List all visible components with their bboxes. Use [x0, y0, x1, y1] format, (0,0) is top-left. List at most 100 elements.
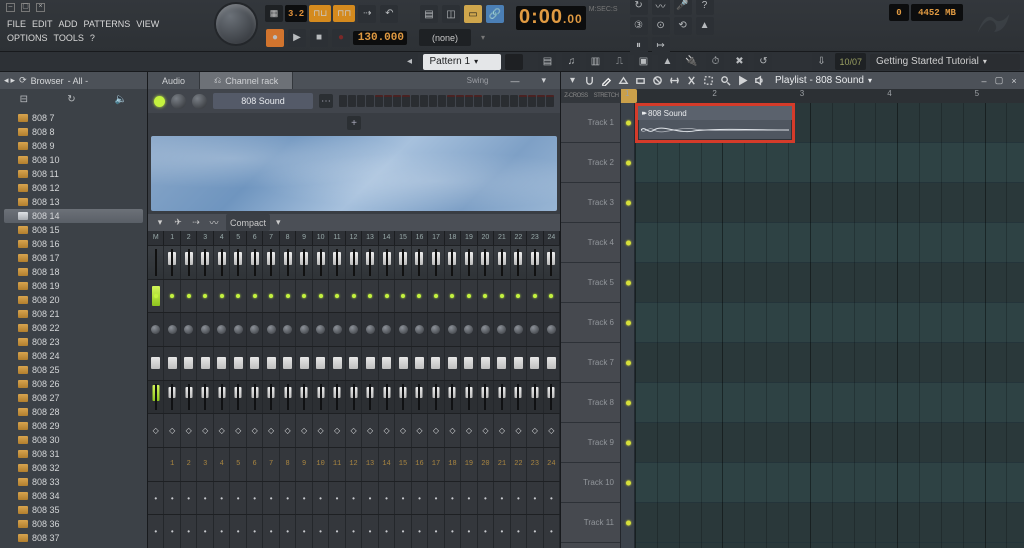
- kn-cell[interactable]: [428, 313, 444, 346]
- browser-filter[interactable]: - All -: [68, 76, 89, 86]
- plugin-picker-icon[interactable]: 🔌: [682, 53, 700, 71]
- midi-icon[interactable]: ▤: [420, 5, 438, 23]
- view-browser-icon[interactable]: ▣: [634, 53, 652, 71]
- track-header[interactable]: Track 4: [561, 223, 620, 263]
- pads-cell[interactable]: [296, 347, 312, 380]
- channel-options-icon[interactable]: ▾: [527, 72, 560, 89]
- mixer-header[interactable]: 5: [230, 231, 246, 245]
- leds-cell[interactable]: [494, 280, 510, 313]
- prev-pattern-icon[interactable]: ◂: [400, 53, 418, 71]
- save-icon[interactable]: ⇩: [812, 53, 830, 71]
- mixer-pan-knobs[interactable]: [148, 312, 560, 346]
- track-enable-led[interactable]: [626, 320, 631, 325]
- leds-cell[interactable]: [280, 280, 296, 313]
- playlist-grid[interactable]: 808 Sound: [635, 103, 1024, 548]
- mixer-faders-a[interactable]: [148, 245, 560, 279]
- window-max-icon[interactable]: ▢: [21, 3, 30, 12]
- browser-item[interactable]: 808 7: [0, 111, 147, 125]
- mixer-header[interactable]: 6: [247, 231, 263, 245]
- track-header[interactable]: Track 9: [561, 423, 620, 463]
- pat-indicator[interactable]: ▦: [265, 5, 283, 22]
- pl-menu-icon[interactable]: ▾: [565, 74, 580, 87]
- leds-cell[interactable]: [164, 280, 180, 313]
- pads-cell[interactable]: [214, 347, 230, 380]
- pads-cell[interactable]: [181, 347, 197, 380]
- step-cell[interactable]: [393, 95, 401, 107]
- zcross-label[interactable]: Z-CROSS: [561, 89, 591, 103]
- step-cell[interactable]: [465, 95, 473, 107]
- leds-cell[interactable]: [445, 280, 461, 313]
- arr-cell[interactable]: [478, 414, 494, 447]
- fB-cell[interactable]: [164, 381, 180, 414]
- pads-cell[interactable]: [494, 347, 510, 380]
- paint-tool-icon[interactable]: [616, 74, 631, 87]
- dots1-cell[interactable]: [461, 482, 477, 515]
- song-mode-icon[interactable]: ▭: [464, 5, 482, 23]
- browser-item[interactable]: 808 37: [0, 531, 147, 545]
- main-volume-knob[interactable]: [216, 4, 256, 44]
- mixer-header[interactable]: 11: [329, 231, 345, 245]
- fA-cell[interactable]: [412, 246, 428, 279]
- clock-display[interactable]: 0:00.00: [516, 6, 586, 30]
- menu-tools[interactable]: TOOLS: [51, 31, 87, 45]
- leds-cell[interactable]: [230, 280, 246, 313]
- dots1-cell[interactable]: [263, 482, 279, 515]
- dots2-cell[interactable]: [214, 515, 230, 548]
- dots2-cell[interactable]: [197, 515, 213, 548]
- step-cell[interactable]: [420, 95, 428, 107]
- record-button[interactable]: ●: [332, 29, 350, 47]
- arr-cell[interactable]: [412, 414, 428, 447]
- browser-item[interactable]: 808 10: [0, 153, 147, 167]
- browser-list[interactable]: 808 7808 8808 9808 10808 11808 12808 138…: [0, 109, 147, 548]
- fB-cell[interactable]: [395, 381, 411, 414]
- menu-?[interactable]: ?: [87, 31, 98, 45]
- dots2-cell[interactable]: [181, 515, 197, 548]
- mixer-header[interactable]: 10: [313, 231, 329, 245]
- fB-cell[interactable]: [511, 381, 527, 414]
- track-header[interactable]: Track 3: [561, 183, 620, 223]
- view-pianoroll-icon[interactable]: ♫: [562, 53, 580, 71]
- track-enable-led[interactable]: [626, 400, 631, 405]
- slice-tool-icon[interactable]: [684, 74, 699, 87]
- tempo-tap-icon[interactable]: ⏱: [706, 53, 724, 71]
- fB-cell[interactable]: [362, 381, 378, 414]
- grid-row[interactable]: [635, 503, 1024, 543]
- fA-cell[interactable]: [346, 246, 362, 279]
- shuffle-icon[interactable]: ⇢: [358, 5, 376, 23]
- grid-row[interactable]: [635, 343, 1024, 383]
- arr-cell[interactable]: [148, 414, 164, 447]
- step-cell[interactable]: [366, 95, 374, 107]
- step-cell[interactable]: [510, 95, 518, 107]
- track-enable-led[interactable]: [626, 480, 631, 485]
- kn-cell[interactable]: [346, 313, 362, 346]
- metronome-b-icon[interactable]: ⊓⊓: [333, 5, 355, 22]
- mixer-header[interactable]: 3: [197, 231, 213, 245]
- leds-cell[interactable]: [395, 280, 411, 313]
- browser-item[interactable]: 808 13: [0, 195, 147, 209]
- step-cell[interactable]: [519, 95, 527, 107]
- dots1-cell[interactable]: [362, 482, 378, 515]
- fB-cell[interactable]: [230, 381, 246, 414]
- pads-cell[interactable]: [395, 347, 411, 380]
- kn-cell[interactable]: [461, 313, 477, 346]
- browser-item[interactable]: 808 34: [0, 489, 147, 503]
- arr-cell[interactable]: [362, 414, 378, 447]
- stretch-label[interactable]: STRETCH: [591, 89, 621, 103]
- track-enable-led[interactable]: [626, 440, 631, 445]
- tab-audio[interactable]: Audio: [148, 72, 200, 89]
- track-header[interactable]: Track 11: [561, 503, 620, 543]
- metronome-icon[interactable]: ▲: [696, 17, 714, 35]
- close-all-icon[interactable]: ✖: [730, 53, 748, 71]
- pattern-icon[interactable]: ◫: [442, 5, 460, 23]
- step-cell[interactable]: [438, 95, 446, 107]
- kn-cell[interactable]: [478, 313, 494, 346]
- dots2-cell[interactable]: [346, 515, 362, 548]
- pads-cell[interactable]: [445, 347, 461, 380]
- fA-cell[interactable]: [527, 246, 543, 279]
- leds-cell[interactable]: [379, 280, 395, 313]
- loop-rec-icon[interactable]: ⟲: [674, 17, 692, 35]
- zoom-tool-icon[interactable]: [718, 74, 733, 87]
- kn-cell[interactable]: [263, 313, 279, 346]
- speaker-icon[interactable]: [752, 74, 767, 87]
- wave-icon[interactable]: 〰: [652, 0, 670, 15]
